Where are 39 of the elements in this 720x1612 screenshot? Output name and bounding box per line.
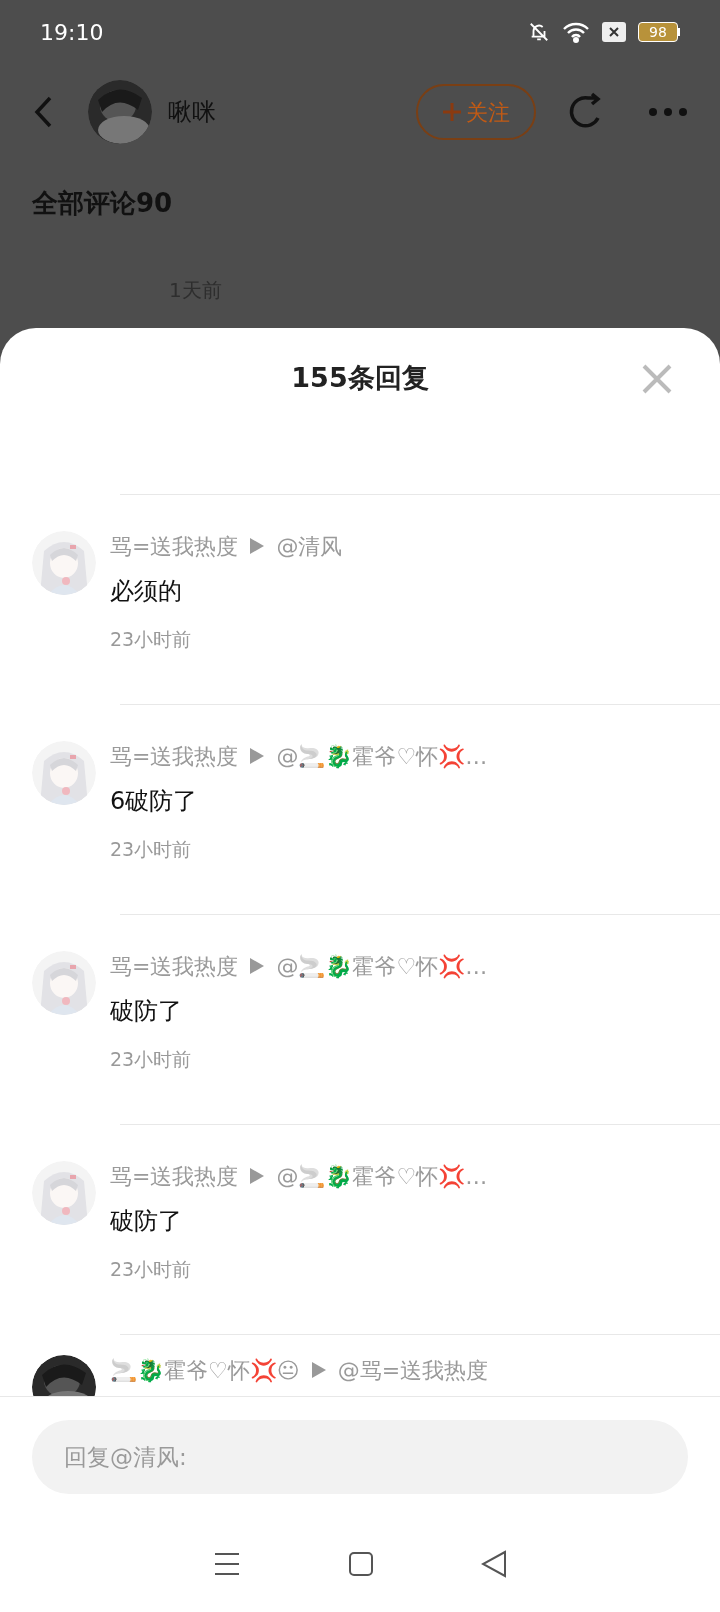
more-icon[interactable] [648, 107, 688, 117]
reply-arrow-icon [250, 748, 265, 764]
reply-author[interactable]: 🚬🐉霍爷♡怀💢😐 [110, 1353, 300, 1387]
reply-author[interactable]: 骂=送我热度 [110, 739, 239, 773]
wifi-icon [562, 21, 590, 43]
reply-time: 23小时前 [110, 1047, 193, 1072]
home-icon[interactable] [348, 1551, 374, 1577]
reply-arrow-icon [250, 1168, 265, 1184]
battery-icon: 98 [638, 22, 680, 42]
reply-target[interactable]: @🚬🐉霍爷♡怀💢… [276, 1159, 488, 1193]
reply-target[interactable]: @🚬🐉霍爷♡怀💢… [276, 949, 488, 983]
reply-target[interactable]: @🚬🐉霍爷♡怀💢… [276, 739, 488, 773]
menu-icon[interactable] [213, 1552, 242, 1576]
sheet-title: 155条回复 [291, 360, 429, 395]
reply-target[interactable]: @清风 [276, 529, 343, 563]
reply-content: 6破防了 [110, 786, 199, 817]
reply-author[interactable]: 骂=送我热度 [110, 949, 239, 983]
username: 啾咪 [168, 97, 216, 128]
sim-icon [602, 22, 626, 42]
reply-target[interactable]: @骂=送我热度 [337, 1353, 489, 1387]
status-time: 19:10 [40, 18, 104, 47]
reply-author[interactable]: 骂=送我热度 [110, 529, 239, 563]
reply-time: 23小时前 [110, 837, 193, 862]
reply-content: 必须的 [110, 576, 183, 607]
close-icon[interactable] [642, 364, 672, 394]
bell-off-icon [528, 21, 550, 43]
reply-arrow-icon [311, 1362, 326, 1378]
reply-author[interactable]: 骂=送我热度 [110, 1159, 239, 1193]
plus-icon [442, 102, 462, 122]
reply-content: 破防了 [110, 1206, 183, 1237]
reply-input[interactable]: 回复@清风: [32, 1419, 688, 1494]
reply-arrow-icon [250, 538, 265, 554]
reply-arrow-icon [250, 958, 265, 974]
back-nav-icon[interactable] [480, 1550, 507, 1578]
reply-time: 23小时前 [110, 1257, 193, 1282]
reply-time: 23小时前 [110, 627, 193, 652]
section-title: 全部评论90 [32, 187, 174, 220]
follow-button[interactable]: 关注 [416, 84, 536, 140]
reply-content: 破防了 [110, 996, 183, 1027]
